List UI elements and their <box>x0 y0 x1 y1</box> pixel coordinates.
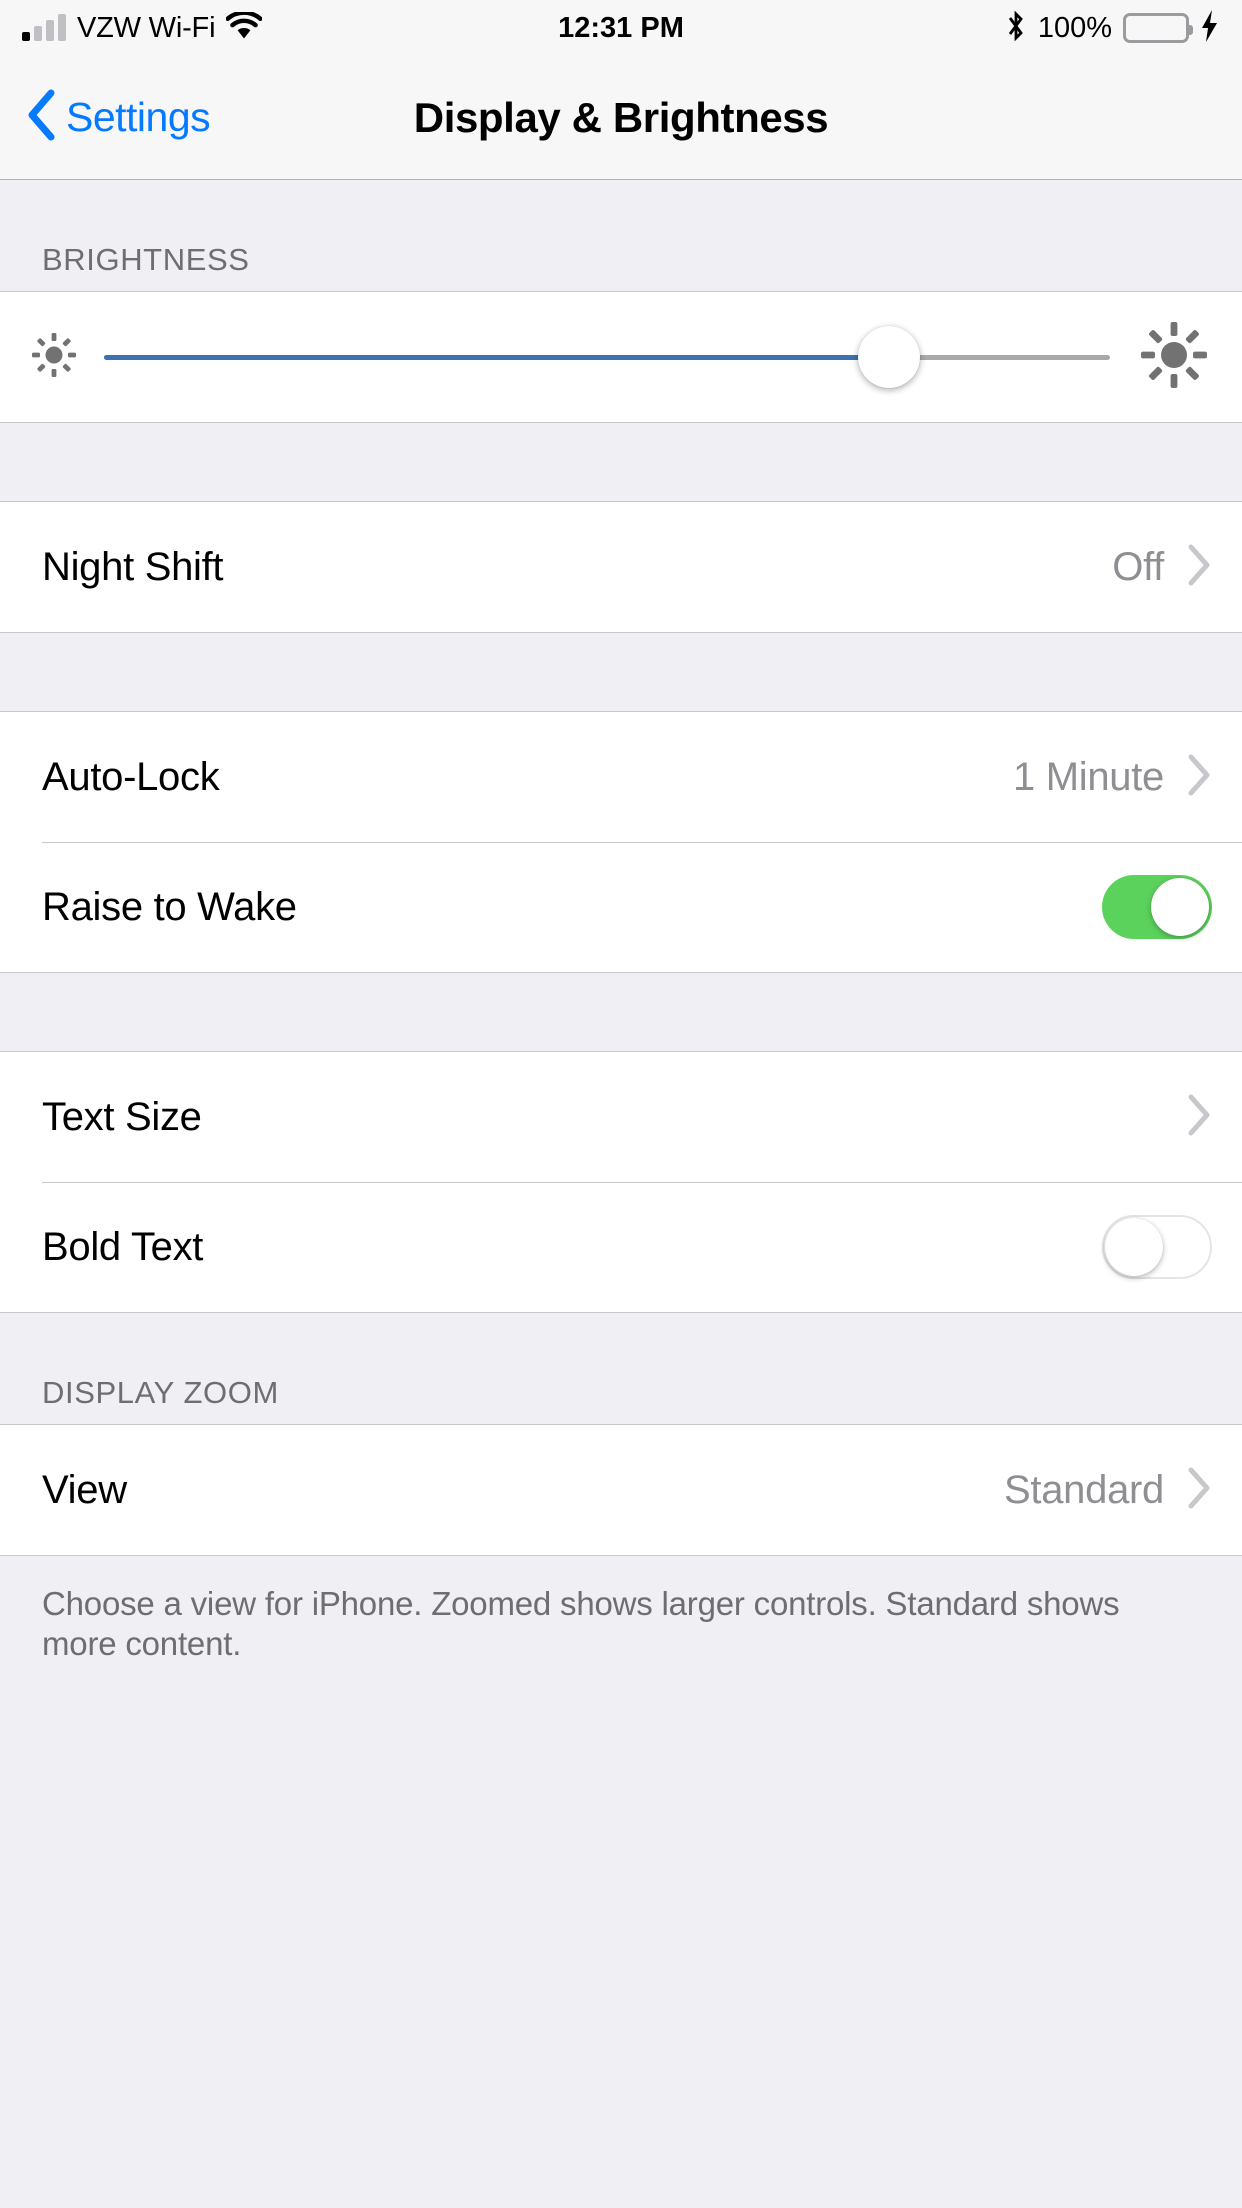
display-zoom-group: View Standard <box>0 1424 1242 1556</box>
row-accessory-area: 1 Minute <box>1013 753 1212 802</box>
lightning-bolt-icon <box>1200 9 1220 47</box>
settings-list: BRIGHTNESS Night Shift Off Auto-Lock 1 M… <box>0 180 1242 1665</box>
row-value: 1 Minute <box>1012 754 1164 799</box>
row-title: Night Shift <box>42 544 224 589</box>
chevron-right-icon <box>1186 543 1212 592</box>
row-title: Bold Text <box>42 1224 204 1269</box>
slider-fill <box>104 354 889 360</box>
status-bar-right: 100% <box>1005 9 1220 48</box>
status-bar-left: VZW Wi-Fi <box>22 10 263 45</box>
carrier-label: VZW Wi-Fi <box>77 11 216 44</box>
brightness-slider[interactable] <box>104 292 1110 422</box>
bluetooth-icon <box>1005 9 1027 48</box>
wifi-icon <box>225 10 263 45</box>
row-accessory-area: Standard <box>1004 1466 1212 1515</box>
battery-icon <box>1123 13 1193 43</box>
row-night-shift[interactable]: Night Shift Off <box>0 502 1242 632</box>
row-title: View <box>42 1467 127 1512</box>
chevron-right-icon <box>1186 753 1212 802</box>
sun-small-icon <box>26 327 82 388</box>
section-spacer <box>0 633 1242 711</box>
section-spacer <box>0 973 1242 1051</box>
row-auto-lock[interactable]: Auto-Lock 1 Minute <box>0 712 1242 842</box>
row-bold-text[interactable]: Bold Text <box>0 1182 1242 1312</box>
row-text-size[interactable]: Text Size <box>0 1052 1242 1182</box>
brightness-section-header: BRIGHTNESS <box>42 242 250 277</box>
sun-large-icon <box>1136 317 1212 398</box>
row-view[interactable]: View Standard <box>0 1425 1242 1555</box>
raise-to-wake-toggle[interactable] <box>1102 875 1212 939</box>
lock-group: Auto-Lock 1 Minute Raise to Wake <box>0 711 1242 973</box>
chevron-right-icon <box>1186 1466 1212 1515</box>
row-title: Text Size <box>42 1094 202 1139</box>
row-value: Off <box>1112 544 1164 589</box>
chevron-left-icon <box>26 89 56 146</box>
brightness-slider-row[interactable] <box>0 292 1242 422</box>
row-accessory-area <box>1186 1093 1212 1142</box>
chevron-right-icon <box>1186 1093 1212 1142</box>
row-value: Standard <box>1004 1467 1164 1512</box>
bold-text-toggle[interactable] <box>1102 1215 1212 1279</box>
text-group: Text Size Bold Text <box>0 1051 1242 1313</box>
navigation-bar: Settings Display & Brightness <box>0 56 1242 180</box>
section-spacer <box>0 423 1242 501</box>
display-zoom-section-header: DISPLAY ZOOM <box>42 1375 279 1410</box>
row-accessory-area: Off <box>1112 543 1212 592</box>
back-button-label: Settings <box>66 94 211 140</box>
row-raise-to-wake[interactable]: Raise to Wake <box>0 842 1242 972</box>
display-zoom-footer-note: Choose a view for iPhone. Zoomed shows l… <box>42 1585 1120 1663</box>
status-bar: VZW Wi-Fi 12:31 PM 100% <box>0 0 1242 56</box>
brightness-group <box>0 291 1242 423</box>
toggle-knob <box>1151 878 1209 936</box>
battery-percent-label: 100% <box>1037 11 1112 44</box>
row-accessory-area <box>1102 875 1212 939</box>
toggle-knob <box>1105 1218 1163 1276</box>
row-accessory-area <box>1102 1215 1212 1279</box>
row-title: Raise to Wake <box>42 884 297 929</box>
signal-bars-icon <box>22 14 66 41</box>
slider-thumb[interactable] <box>857 326 920 388</box>
night-shift-group: Night Shift Off <box>0 501 1242 633</box>
back-button[interactable]: Settings <box>0 89 211 146</box>
row-title: Auto-Lock <box>42 754 220 799</box>
